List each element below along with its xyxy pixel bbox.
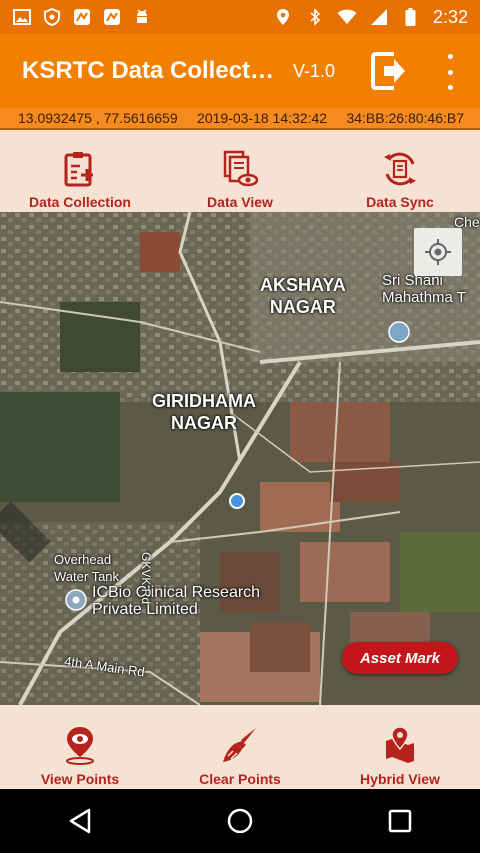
app-icon-1: [72, 7, 92, 27]
current-location-marker: [229, 493, 245, 509]
battery-icon: [401, 7, 421, 27]
android-icon: [132, 7, 152, 27]
back-icon: [69, 808, 91, 834]
clear-points-label: Clear Points: [199, 771, 281, 787]
data-collection-label: Data Collection: [29, 194, 131, 210]
more-dot-icon: [447, 69, 453, 75]
data-view-label: Data View: [207, 194, 273, 210]
data-view-button[interactable]: Data View: [160, 130, 320, 212]
top-nav: Data Collection Data View Data Sync: [0, 130, 480, 212]
image-icon: [12, 7, 32, 27]
coordinates-text: 13.0932475 , 77.5616659: [18, 110, 178, 126]
my-location-button[interactable]: [414, 228, 462, 276]
map-label-giridhama-nagar: GIRIDHAMA NAGAR: [152, 391, 256, 433]
signal-icon: [369, 7, 389, 27]
app-icon-2: [102, 7, 122, 27]
wifi-icon: [337, 7, 357, 27]
home-button[interactable]: [210, 791, 270, 851]
data-sync-label: Data Sync: [366, 194, 434, 210]
location-icon: [273, 7, 293, 27]
brush-icon: [223, 728, 256, 762]
hybrid-view-button[interactable]: Hybrid View: [320, 705, 480, 789]
clipboard-add-icon: [64, 152, 93, 187]
app-title: KSRTC Data Collection: [22, 57, 277, 84]
document-view-icon: [223, 150, 258, 187]
data-collection-button[interactable]: Data Collection: [0, 130, 160, 212]
logout-icon: [371, 52, 405, 90]
hybrid-view-label: Hybrid View: [360, 771, 440, 787]
place-pin-icon: [65, 589, 87, 611]
recents-button[interactable]: [370, 791, 430, 851]
data-sync-button[interactable]: Data Sync: [320, 130, 480, 212]
recents-icon: [388, 809, 412, 833]
more-options-button[interactable]: [440, 54, 460, 90]
sync-document-icon: [384, 152, 416, 186]
bottom-nav: View Points Clear Points Hybrid View: [0, 705, 480, 789]
map-pin-icon: [386, 726, 414, 763]
more-dot-icon: [447, 85, 453, 90]
system-nav-bar: [0, 789, 480, 853]
crosshair-icon: [425, 239, 451, 265]
eye-pin-icon: [66, 727, 94, 765]
info-bar: 13.0932475 , 77.5616659 2019-03-18 14:32…: [0, 108, 480, 130]
app-version: V-1.0: [293, 60, 336, 81]
map-label-sri-shani: Sri Shani Mahathma T: [382, 272, 466, 306]
asset-mark-button[interactable]: Asset Mark: [342, 642, 458, 674]
bluetooth-icon: [305, 7, 325, 27]
view-points-button[interactable]: View Points: [0, 705, 160, 789]
logout-button[interactable]: [370, 48, 408, 94]
back-button[interactable]: [50, 791, 110, 851]
temple-pin-icon: [388, 321, 410, 343]
more-dot-icon: [447, 54, 453, 59]
status-time: 2:32: [432, 6, 468, 27]
map-label-icbio: ICBio Clinical Research Private Limited: [92, 584, 261, 618]
datetime-text: 2019-03-18 14:32:42: [197, 110, 328, 126]
app-bar: KSRTC Data Collection V-1.0: [0, 34, 480, 108]
view-points-label: View Points: [40, 771, 120, 787]
map-label-gkvk-rd: GKVK Rd: [139, 552, 153, 605]
mac-address-text: 34:BB:26:80:46:B7: [346, 110, 464, 126]
map-label-overhead-water-tank: Overhead Water Tank: [54, 552, 120, 584]
home-icon: [227, 808, 253, 834]
clear-points-button[interactable]: Clear Points: [160, 705, 320, 789]
shield-icon: [42, 7, 62, 27]
status-bar: 2:32: [0, 0, 480, 34]
map-label-akshaya-nagar: AKSHAYA NAGAR: [260, 275, 346, 317]
satellite-map[interactable]: AKSHAYA NAGAR GIRIDHAMA NAGAR Sri Shani …: [0, 212, 480, 705]
